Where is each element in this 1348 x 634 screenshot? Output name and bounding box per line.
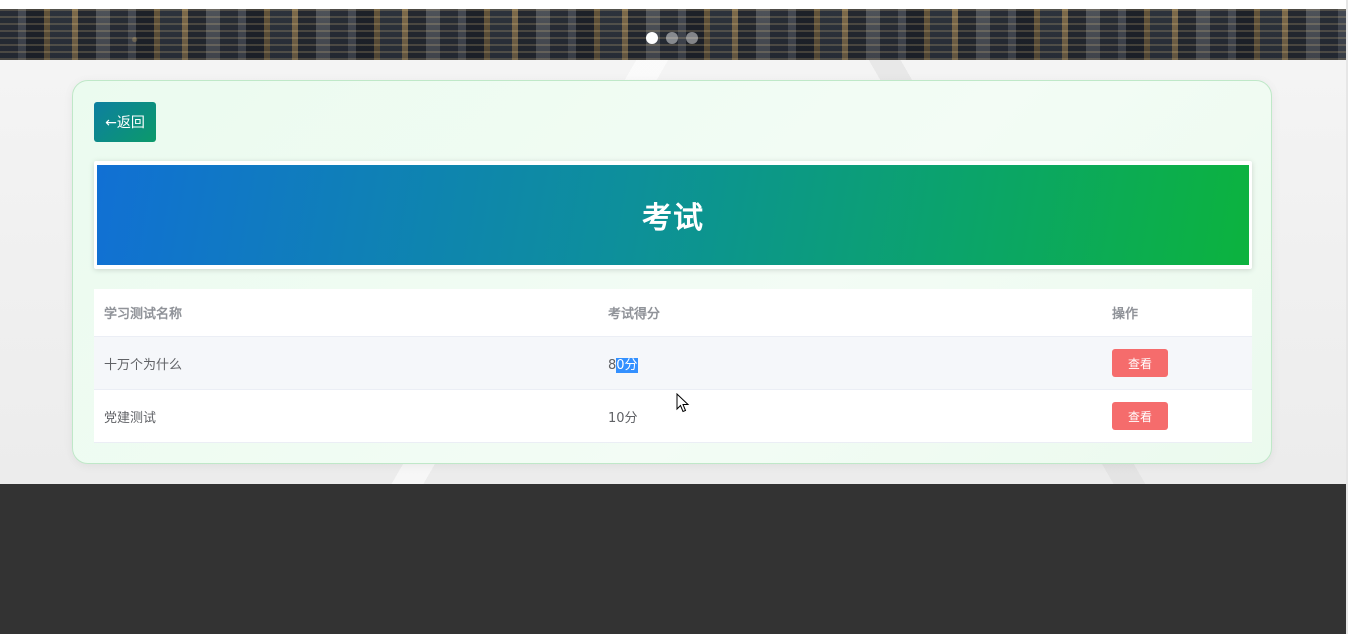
view-button[interactable]: 查看 [1112,402,1168,430]
score-cell: 10分 [608,410,638,426]
score-cell: 80分 [608,354,638,373]
table-header-row: 学习测试名称 考试得分 操作 [94,289,1252,337]
title-banner: 考试 [94,161,1252,269]
test-name-cell: 党建测试 [104,410,157,426]
view-button[interactable]: 查看 [1112,349,1168,377]
test-name-cell: 十万个为什么 [104,357,183,373]
back-button[interactable]: ←返回 [94,102,156,142]
header-score: 考试得分 [608,307,661,322]
carousel-dot-2[interactable] [666,32,678,44]
score-selected-text: 0分 [616,357,638,373]
mouse-cursor-icon [676,393,690,413]
title-banner-gradient: 考试 [97,165,1249,265]
carousel-indicators [646,32,698,44]
page-footer [0,484,1346,634]
carousel-dot-3[interactable] [686,32,698,44]
top-banner-carousel [0,0,1346,60]
table-row: 十万个为什么 80分 查看 [94,337,1252,390]
carousel-dot-1[interactable] [646,32,658,44]
header-actions: 操作 [1112,307,1139,322]
exam-results-table: 学习测试名称 考试得分 操作 十万个为什么 80分 查看 党建测试 10分 查看 [94,289,1252,443]
header-test-name: 学习测试名称 [104,307,183,322]
exam-card: ←返回 考试 学习测试名称 考试得分 操作 十万个为什么 80分 查看 党建测试… [72,80,1272,464]
table-row: 党建测试 10分 查看 [94,390,1252,443]
page-title: 考试 [642,201,704,236]
